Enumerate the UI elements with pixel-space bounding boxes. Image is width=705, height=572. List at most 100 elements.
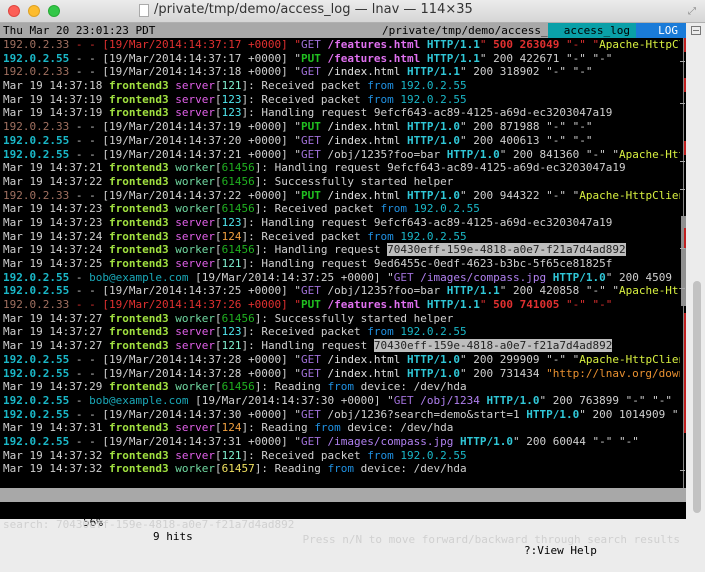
- search-hits: 9 hits: [153, 530, 193, 543]
- log-token: server: [175, 215, 215, 229]
- log-token: ]: Handling request 9ed6455c-0edf-4623-b…: [241, 257, 613, 270]
- scroll-tick: [680, 161, 685, 162]
- log-token: [: [214, 106, 222, 120]
- search-match: 70430eff-159e-4818-a0e7-f21a7d4ad892: [373, 339, 613, 353]
- log-token: /features.html: [327, 38, 421, 51]
- log-token: - - [19/Mar/2014:14:37:21 +0000] ": [69, 147, 302, 161]
- log-line[interactable]: 192.0.2.33 - - [19/Mar/2014:14:37:17 +00…: [0, 38, 680, 52]
- top-status-bar: Thu Mar 20 23:01:23 PDT /private/tmp/dem…: [0, 23, 686, 38]
- log-token: 121: [221, 339, 242, 353]
- log-token: " 200 944322 "-" ": [460, 188, 580, 202]
- log-line[interactable]: Mar 19 14:37:23 frontend3 worker[61456]:…: [0, 202, 680, 216]
- log-line[interactable]: 192.0.2.33 - - [19/Mar/2014:14:37:22 +00…: [0, 189, 680, 203]
- log-token: [420, 38, 427, 51]
- window-scrollbar[interactable]: [688, 23, 705, 519]
- lnav-terminal[interactable]: Thu Mar 20 23:01:23 PDT /private/tmp/dem…: [0, 23, 686, 557]
- log-token: ]: Received packet: [254, 202, 381, 216]
- log-token: ]: Successfully started helper: [254, 174, 454, 188]
- log-token: Mar 19 14:37:24: [3, 243, 109, 257]
- log-line[interactable]: Mar 19 14:37:22 frontend3 worker[61456]:…: [0, 175, 680, 189]
- log-token: PUT: [301, 120, 321, 134]
- log-token: " 200 763899 "-" "-": [539, 393, 672, 407]
- log-token: /index.html: [327, 352, 401, 366]
- log-token: frontend3: [108, 257, 169, 270]
- log-token: [19/Mar/2014:14:37:26 +0000]: [102, 298, 288, 312]
- log-token: 124: [221, 229, 242, 243]
- log-token: [: [214, 380, 222, 394]
- fullscreen-icon[interactable]: ⤢: [688, 6, 699, 17]
- log-line[interactable]: 192.0.2.55 - - [19/Mar/2014:14:37:17 +00…: [0, 52, 680, 66]
- log-token: [407, 202, 414, 215]
- log-token: [321, 52, 328, 65]
- log-line[interactable]: Mar 19 14:37:19 frontend3 server[123]: H…: [0, 106, 680, 120]
- view-mode-segment: LOG: [636, 23, 686, 38]
- log-token: 192.0.2.33: [3, 188, 70, 202]
- log-token: - - [19/Mar/2014:14:37:19 +0000] ": [69, 120, 302, 134]
- log-line[interactable]: 192.0.2.33 - - [19/Mar/2014:14:37:18 +00…: [0, 65, 680, 79]
- log-token: Mar 19 14:37:23: [3, 202, 109, 216]
- log-line[interactable]: 192.0.2.55 - - [19/Mar/2014:14:37:31 +00…: [0, 435, 680, 449]
- close-window-button[interactable]: [8, 5, 20, 17]
- log-line[interactable]: Mar 19 14:37:19 frontend3 server[123]: R…: [0, 93, 680, 107]
- log-line[interactable]: 192.0.2.33 - - [19/Mar/2014:14:37:19 +00…: [0, 120, 680, 134]
- log-token: Apache-HttpClient/4.: [618, 284, 680, 298]
- log-token: worker: [175, 174, 215, 188]
- log-token: [: [214, 174, 222, 188]
- log-line[interactable]: 192.0.2.55 - bob@example.com [19/Mar/201…: [0, 271, 680, 285]
- log-token: /features.html: [327, 51, 421, 65]
- log-line[interactable]: Mar 19 14:37:21 frontend3 worker[61456]:…: [0, 161, 680, 175]
- log-token: Apache-HttpClient/4.2.3 (j: [579, 352, 680, 366]
- log-token: -: [69, 393, 90, 407]
- log-line[interactable]: Mar 19 14:37:18 frontend3 server[121]: R…: [0, 79, 680, 93]
- log-token: /index.html: [327, 366, 401, 380]
- log-view[interactable]: 192.0.2.33 - - [19/Mar/2014:14:37:17 +00…: [0, 38, 680, 488]
- log-token: from: [367, 229, 394, 243]
- log-line[interactable]: Mar 19 14:37:25 frontend3 server[121]: H…: [0, 257, 680, 271]
- window-scroll-thumb[interactable]: [693, 281, 701, 513]
- log-line[interactable]: 192.0.2.55 - - [19/Mar/2014:14:37:20 +00…: [0, 134, 680, 148]
- log-line[interactable]: Mar 19 14:37:32 frontend3 worker[61457]:…: [0, 462, 680, 476]
- log-line[interactable]: Mar 19 14:37:27 frontend3 server[121]: H…: [0, 339, 680, 353]
- log-line[interactable]: 192.0.2.55 - - [19/Mar/2014:14:37:30 +00…: [0, 408, 680, 422]
- log-token: [321, 65, 328, 78]
- log-line[interactable]: Mar 19 14:37:24 frontend3 worker[61456]:…: [0, 243, 680, 257]
- minimize-window-button[interactable]: [28, 5, 40, 17]
- log-token: ]: Handling request: [241, 339, 374, 353]
- log-line[interactable]: Mar 19 14:37:31 frontend3 server[124]: R…: [0, 421, 680, 435]
- split-pane-icon[interactable]: [691, 26, 701, 35]
- log-token: 123: [221, 215, 242, 229]
- log-token: [: [214, 202, 222, 216]
- log-token: 124: [221, 421, 242, 435]
- log-line[interactable]: Mar 19 14:37:27 frontend3 server[123]: R…: [0, 325, 680, 339]
- window-title: /private/tmp/demo/access_log — lnav — 11…: [154, 2, 473, 17]
- log-token: HTTP/1.0: [446, 147, 500, 161]
- log-token: 61457: [221, 462, 255, 476]
- log-token: HTTP/1.0: [552, 270, 606, 284]
- zoom-window-button[interactable]: [48, 5, 60, 17]
- log-line[interactable]: Mar 19 14:37:27 frontend3 worker[61456]:…: [0, 312, 680, 326]
- log-line[interactable]: 192.0.2.55 - - [19/Mar/2014:14:37:25 +00…: [0, 284, 680, 298]
- log-token: Apache-HttpClient/4.2.3 (j: [579, 188, 680, 202]
- log-token: Mar 19 14:37:19: [3, 92, 109, 106]
- log-token: frontend3: [108, 215, 169, 229]
- log-line[interactable]: 192.0.2.55 - - [19/Mar/2014:14:37:21 +00…: [0, 148, 680, 162]
- log-line[interactable]: 192.0.2.55 - bob@example.com [19/Mar/201…: [0, 394, 680, 408]
- log-token: " 200 1014909 "-" "-": [579, 407, 680, 421]
- search-prompt[interactable]: search: 70430eff-159e-4818-a0e7-f21a7d4a…: [3, 517, 294, 532]
- log-token: 121: [221, 257, 242, 270]
- log-token: 192.0.2.55: [3, 51, 70, 65]
- log-token: ": [287, 298, 302, 312]
- log-token: Mar 19 14:37:21: [3, 161, 109, 175]
- log-line[interactable]: 192.0.2.55 - - [19/Mar/2014:14:37:28 +00…: [0, 353, 680, 367]
- log-token: Mar 19 14:37:18: [3, 79, 109, 93]
- log-line[interactable]: Mar 19 14:37:24 frontend3 server[124]: R…: [0, 230, 680, 244]
- log-token: 192.0.2.55: [3, 407, 70, 421]
- log-token: GET: [301, 352, 321, 366]
- log-line[interactable]: Mar 19 14:37:29 frontend3 worker[61456]:…: [0, 380, 680, 394]
- log-line[interactable]: Mar 19 14:37:23 frontend3 server[123]: H…: [0, 216, 680, 230]
- command-line[interactable]: search: 70430eff-159e-4818-a0e7-f21a7d4a…: [0, 502, 686, 546]
- log-line[interactable]: Mar 19 14:37:32 frontend3 server[121]: R…: [0, 449, 680, 463]
- log-line[interactable]: 192.0.2.33 - - [19/Mar/2014:14:37:26 +00…: [0, 298, 680, 312]
- log-token: HTTP/1.1: [426, 298, 480, 312]
- log-line[interactable]: 192.0.2.55 - - [19/Mar/2014:14:37:28 +00…: [0, 367, 680, 381]
